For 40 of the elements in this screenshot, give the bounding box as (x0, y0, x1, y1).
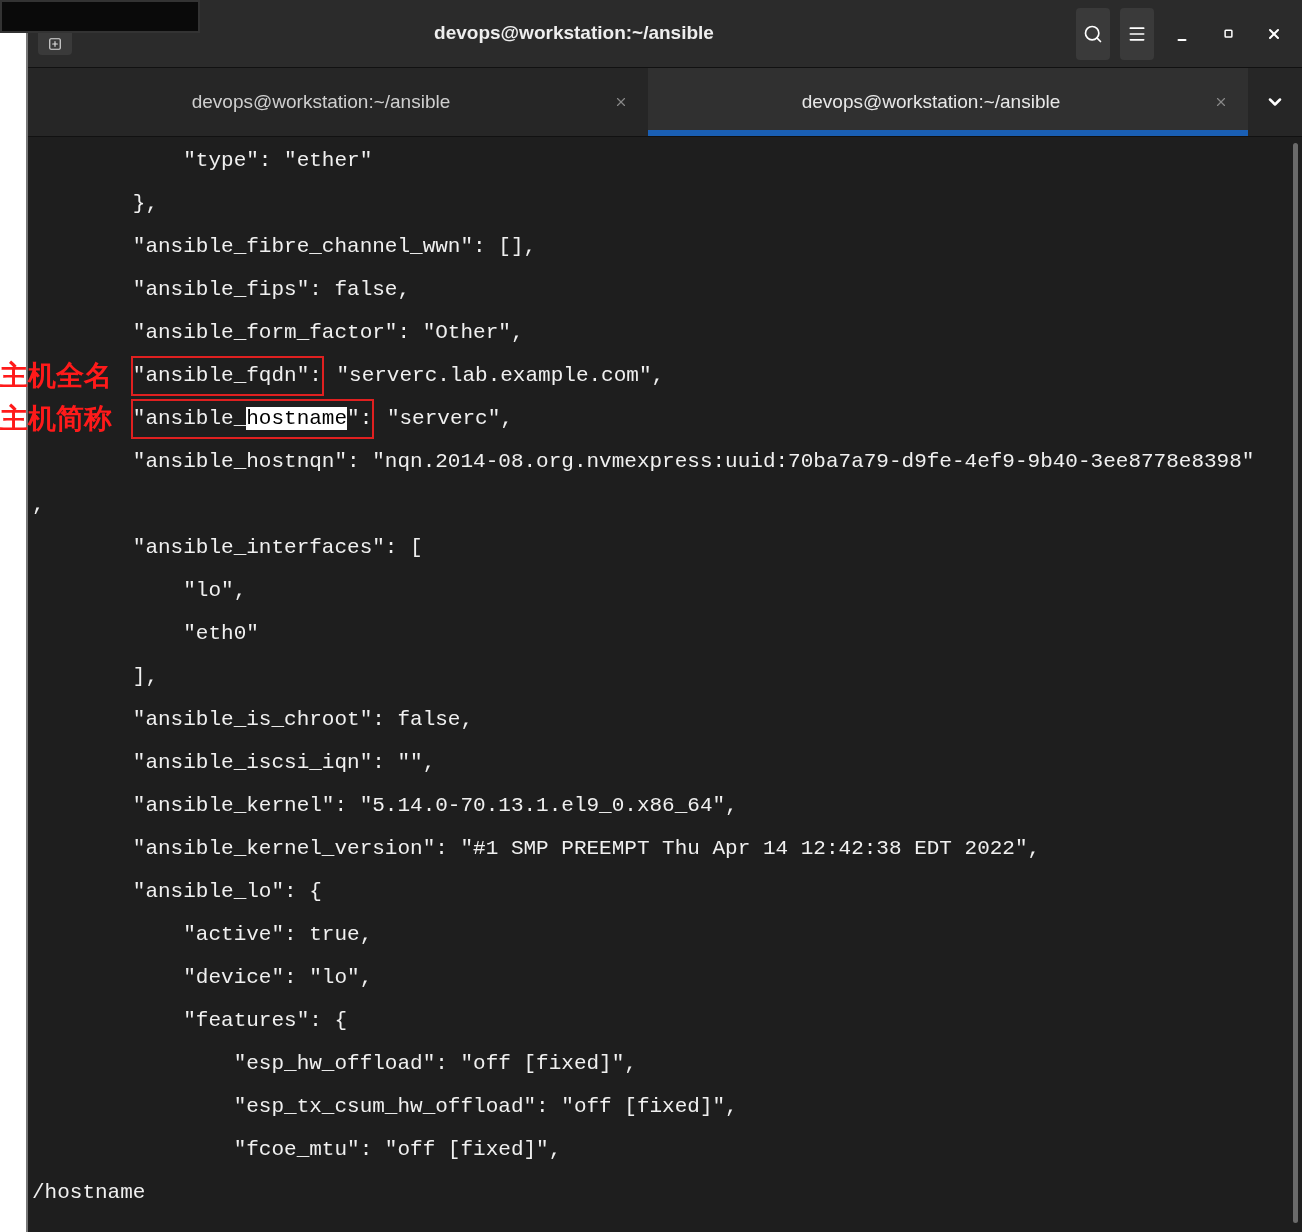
terminal-text: /hostname (32, 1181, 146, 1204)
terminal-text: ": (347, 407, 373, 430)
terminal-text: "esp_hw_offload": "off [fixed]", (232, 1052, 637, 1075)
maximize-icon (1223, 29, 1233, 38)
window-title: devops@workstation:~/ansible (434, 21, 714, 46)
terminal-text: "serverc", (385, 407, 513, 430)
terminal-text: "ansible_kernel": "5.14.0-70.13.1.el9_0.x86_64", (131, 794, 738, 817)
new-tab-icon (48, 37, 62, 51)
tab-close-icon[interactable] (614, 95, 628, 109)
terminal-text: , (32, 493, 45, 516)
terminal-text: "ansible_form_factor": "Other", (131, 321, 524, 344)
terminal-text: "esp_tx_csum_hw_offload": "off [fixed]", (232, 1095, 738, 1118)
search-button[interactable] (1076, 7, 1110, 60)
terminal-text: "ansible_hostnqn": "nqn.2014-08.org.nvmexpress:uuid:70ba7a79-d9fe-4ef9-9b40-3ee8778e8398" (131, 450, 1255, 473)
new-tab-button[interactable] (38, 33, 72, 55)
terminal-text: "type": "ether" (182, 149, 373, 172)
terminal-text: "fcoe_mtu": "off [fixed]", (232, 1138, 562, 1161)
tab[interactable]: devops@workstation:~/ansible (648, 68, 1248, 136)
terminal-text: "ansible_kernel_version": "#1 SMP PREEMPT Thu Apr 14 12:42:38 EDT 2022", (131, 837, 1041, 860)
menu-button[interactable] (1120, 7, 1154, 60)
terminal-text: }, (131, 192, 159, 215)
scrollbar[interactable] (1293, 143, 1298, 1223)
terminal-text: "features": { (182, 1009, 348, 1032)
terminal-text: "eth0" (182, 622, 259, 645)
terminal-text: "ansible_fibre_channel_wwn": [], (131, 235, 537, 258)
terminal-text: "serverc.lab.example.com", (335, 364, 665, 387)
search-match-text: hostname (246, 407, 348, 430)
terminal-text: "ansible_ (132, 407, 247, 430)
terminal-text: "device": "lo", (182, 966, 373, 989)
terminal-text: "lo", (182, 579, 247, 602)
terminal-text: ], (131, 665, 159, 688)
terminal-text: "ansible_fqdn": (132, 364, 322, 387)
terminal-text: "ansible_interfaces": [ (131, 536, 423, 559)
terminal-text: "ansible_lo": { (131, 880, 322, 903)
tab-close-icon[interactable] (1214, 95, 1228, 109)
terminal-text: "active": true, (182, 923, 373, 946)
terminal-text: "ansible_is_chroot": false, (131, 708, 474, 731)
search-icon (1083, 23, 1103, 44)
terminal-text: "ansible_iscsi_iqn": "", (131, 751, 436, 774)
terminal-text: "ansible_fips": false, (131, 278, 411, 301)
